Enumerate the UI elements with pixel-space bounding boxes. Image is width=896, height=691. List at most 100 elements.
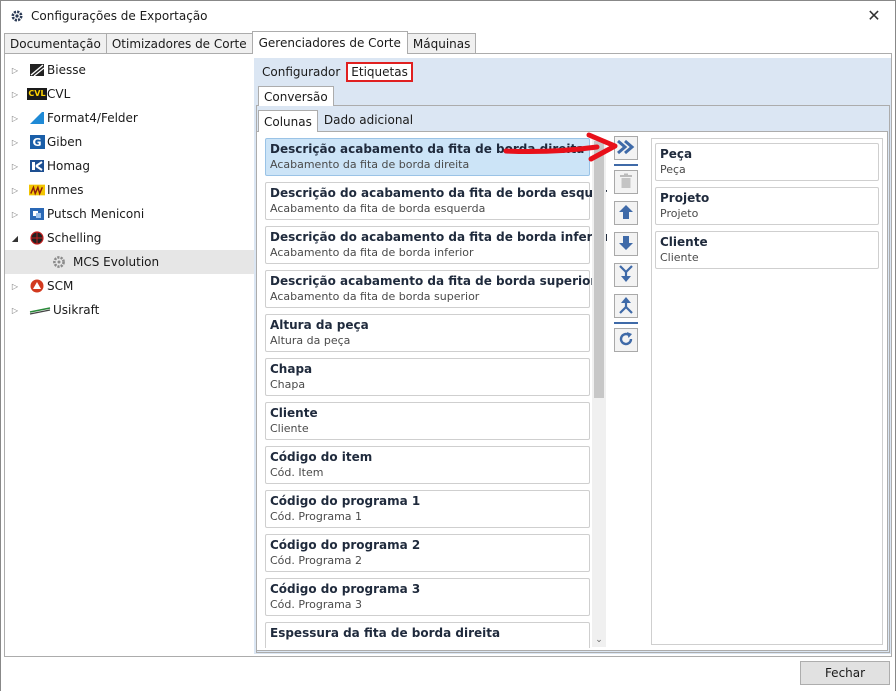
tree-item-biesse[interactable]: ▷ Biesse (5, 58, 255, 82)
tab-maquinas[interactable]: Máquinas (406, 33, 477, 53)
list-item[interactable]: Cliente Cliente (265, 402, 590, 440)
move-top-button[interactable] (614, 294, 638, 318)
tree-item-mcs-evolution[interactable]: MCS Evolution (5, 250, 255, 274)
tree-item-inmes[interactable]: ▷ Inmes (5, 178, 255, 202)
tab-conversao[interactable]: Conversão (258, 86, 334, 106)
inmes-logo-icon (29, 183, 45, 197)
tab-colunas[interactable]: Colunas (258, 110, 318, 132)
list-item[interactable]: Cliente Cliente (655, 231, 879, 269)
usikraft-logo-icon (29, 303, 51, 317)
homag-logo-icon (29, 159, 45, 173)
move-top-icon (618, 296, 634, 317)
list-item[interactable]: Descrição do acabamento da fita de borda… (265, 182, 607, 220)
tab-etiquetas[interactable]: Etiquetas (346, 62, 413, 82)
tree-item-label: Schelling (47, 231, 102, 245)
tab-otimizadores[interactable]: Otimizadores de Corte (105, 33, 253, 53)
close-icon[interactable]: ✕ (859, 3, 889, 27)
list-item[interactable]: Altura da peça Altura da peça (265, 314, 590, 352)
selected-columns-list[interactable]: Peça Peça Projeto Projeto Cliente Client… (651, 138, 883, 645)
scroll-down-icon[interactable]: ⌄ (592, 633, 606, 647)
list-item[interactable]: Peça Peça (655, 143, 879, 181)
tab-dado-adicional[interactable]: Dado adicional (318, 110, 419, 130)
tree-item-label: Giben (47, 135, 83, 149)
putsch-logo-icon (29, 207, 45, 221)
list-item[interactable]: Código do programa 2 Cód. Programa 2 (265, 534, 590, 572)
manufacturer-tree: ▷ Biesse ▷ CVL CVL ▷ Format4/Felder ▷ G … (5, 58, 255, 322)
manager-settings-panel: Configurador Etiquetas Conversão Colunas… (254, 58, 891, 654)
tree-item-label: MCS Evolution (73, 255, 160, 269)
tree-item-label: Putsch Meniconi (47, 207, 145, 221)
close-button[interactable]: Fechar (800, 661, 890, 685)
tree-item-label: CVL (47, 87, 71, 101)
tree-item-schelling[interactable]: ◢ Schelling (5, 226, 255, 250)
move-down-button[interactable] (614, 232, 638, 256)
gear-icon (51, 255, 67, 269)
column-tab-strip: Colunas Dado adicional (258, 110, 419, 132)
move-up-button[interactable] (614, 201, 638, 225)
tab-gerenciadores[interactable]: Gerenciadores de Corte (251, 31, 408, 54)
list-item[interactable]: Código do item Cód. Item (265, 446, 590, 484)
tree-item-label: Usikraft (53, 303, 100, 317)
title-bar: Configurações de Exportação ✕ (1, 1, 895, 31)
expand-arrow-icon[interactable]: ▷ (9, 112, 21, 124)
move-down-icon (618, 235, 634, 254)
main-tab-strip: Documentação Otimizadores de Corte Geren… (4, 31, 477, 54)
move-bottom-button[interactable] (614, 263, 638, 287)
tab-configurador[interactable]: Configurador (258, 62, 344, 82)
tree-item-scm[interactable]: ▷ SCM (5, 274, 255, 298)
gear-icon (9, 8, 25, 24)
list-toolbar (614, 136, 642, 359)
refresh-button[interactable] (614, 328, 638, 352)
expand-arrow-icon[interactable]: ▷ (9, 160, 21, 172)
list-item[interactable]: Espessura da fita de borda direita (265, 622, 590, 648)
scrollbar-thumb[interactable] (594, 141, 604, 398)
expand-arrow-icon[interactable]: ▷ (9, 304, 21, 316)
tab-documentacao[interactable]: Documentação (4, 33, 107, 53)
list-item[interactable]: Código do programa 3 Cód. Programa 3 (265, 578, 590, 616)
window-title: Configurações de Exportação (31, 9, 208, 23)
list-scrollbar[interactable]: ⌄ (592, 139, 606, 647)
footer-bar: Fechar (1, 657, 895, 691)
expand-arrow-icon[interactable]: ▷ (9, 136, 21, 148)
tree-item-format4[interactable]: ▷ Format4/Felder (5, 106, 255, 130)
cvl-logo-icon: CVL (27, 88, 47, 100)
scm-logo-icon (29, 279, 45, 293)
move-bottom-icon (618, 264, 634, 286)
tree-item-label: SCM (47, 279, 74, 293)
expand-arrow-icon[interactable]: ▷ (9, 88, 21, 100)
expand-arrow-icon[interactable]: ▷ (9, 64, 21, 76)
collapse-arrow-icon[interactable]: ◢ (9, 232, 21, 244)
format4-logo-icon (29, 111, 45, 125)
list-item[interactable]: Projeto Projeto (655, 187, 879, 225)
expand-arrow-icon[interactable]: ▷ (9, 208, 21, 220)
giben-logo-icon: G (29, 135, 45, 149)
toolbar-separator (614, 164, 638, 166)
export-settings-window: Configurações de Exportação ✕ Documentaç… (0, 0, 896, 691)
biesse-logo-icon (29, 63, 45, 77)
move-up-icon (618, 204, 634, 223)
available-columns-list[interactable]: Descrição acabamento da fita de borda di… (262, 138, 607, 648)
schelling-logo-icon (29, 231, 45, 245)
list-item[interactable]: Descrição do acabamento da fita de borda… (265, 226, 607, 264)
tree-item-label: Inmes (47, 183, 84, 197)
tree-item-label: Homag (47, 159, 91, 173)
expand-arrow-icon[interactable]: ▷ (9, 184, 21, 196)
list-item[interactable]: Chapa Chapa (265, 358, 590, 396)
refresh-icon (618, 331, 634, 350)
list-item[interactable]: Descrição acabamento da fita de borda su… (265, 270, 596, 308)
delete-button[interactable] (614, 170, 638, 194)
tree-item-label: Biesse (47, 63, 86, 77)
add-all-button[interactable] (614, 136, 638, 160)
sub-tab-strip: Configurador Etiquetas (258, 61, 413, 83)
tree-item-usikraft[interactable]: ▷ Usikraft (5, 298, 255, 322)
toolbar-separator (614, 322, 638, 324)
tree-item-putsch-meniconi[interactable]: ▷ Putsch Meniconi (5, 202, 255, 226)
tree-item-homag[interactable]: ▷ Homag (5, 154, 255, 178)
delete-icon (619, 173, 633, 192)
tree-item-giben[interactable]: ▷ G Giben (5, 130, 255, 154)
add-all-icon (616, 139, 636, 158)
list-item[interactable]: Descrição acabamento da fita de borda di… (265, 138, 590, 176)
expand-arrow-icon[interactable]: ▷ (9, 280, 21, 292)
tree-item-cvl[interactable]: ▷ CVL CVL (5, 82, 255, 106)
list-item[interactable]: Código do programa 1 Cód. Programa 1 (265, 490, 590, 528)
